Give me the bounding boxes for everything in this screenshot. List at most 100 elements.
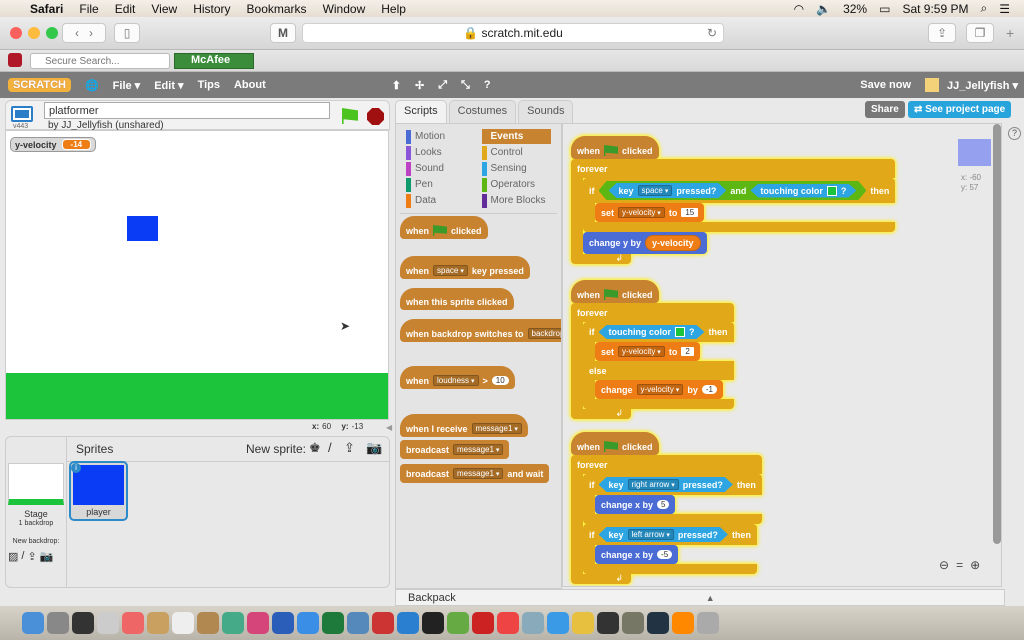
minimize-window-button[interactable] (28, 27, 40, 39)
block-dropdown[interactable]: message1 (471, 423, 522, 434)
minecraft-icon[interactable] (447, 612, 469, 634)
command-block[interactable]: sety-velocityto2 (595, 342, 700, 361)
launchpad-icon[interactable] (47, 612, 69, 634)
chrome-icon[interactable] (222, 612, 244, 634)
color-picker[interactable] (827, 186, 837, 196)
hat-block[interactable]: when this sprite clicked (400, 288, 514, 310)
block-dropdown[interactable]: loudness (433, 375, 479, 386)
preview-icon[interactable] (522, 612, 544, 634)
category-looks[interactable]: Looks (406, 145, 476, 160)
unity-icon[interactable] (597, 612, 619, 634)
hat-block[interactable]: when backdrop switches to backdrop (400, 319, 561, 342)
chrome2-icon[interactable] (572, 612, 594, 634)
wifi-icon[interactable]: ◠ (794, 2, 804, 16)
notification-center-icon[interactable]: ☰ (999, 2, 1010, 16)
scratch-logo[interactable]: SCRATCH (8, 78, 71, 92)
backpack-bar[interactable]: Backpack ▲ (395, 589, 1005, 606)
camera-backdrop-icon[interactable]: 📷 (40, 550, 54, 563)
block-dropdown[interactable]: y-velocity (636, 384, 684, 395)
m-extension-button[interactable]: M (270, 23, 296, 43)
paint-sprite-icon[interactable]: / (328, 440, 332, 455)
number-input[interactable]: -1 (701, 385, 717, 394)
back-forward-buttons[interactable]: ‹ › (62, 23, 106, 43)
palette-block[interactable]: broadcastmessage1and wait (400, 464, 550, 483)
finder-icon[interactable] (22, 612, 44, 634)
block-dropdown[interactable]: message1 (453, 468, 504, 479)
help-tool-icon[interactable]: ? (484, 79, 491, 91)
secure-search-input[interactable] (30, 53, 170, 69)
menu-tips[interactable]: Tips (198, 79, 220, 91)
zoom-window-button[interactable] (46, 27, 58, 39)
command-block[interactable]: change x by 5 (595, 495, 676, 514)
category-more-blocks[interactable]: More Blocks (481, 193, 552, 208)
itunes-icon[interactable] (247, 612, 269, 634)
roblox-icon[interactable] (472, 612, 494, 634)
photos-icon[interactable] (122, 612, 144, 634)
paint-backdrop-icon[interactable]: / (21, 550, 24, 563)
sidebar-icon[interactable]: ▯ (114, 23, 140, 43)
tab-sounds[interactable]: Sounds (518, 100, 574, 124)
command-block[interactable]: broadcast message1 (400, 440, 510, 459)
hat-block[interactable]: whenspacekey pressed (400, 256, 530, 279)
block-dropdown[interactable]: message1 (453, 444, 504, 455)
menu-app[interactable]: Safari (30, 2, 63, 16)
menu-bookmarks[interactable]: Bookmarks (247, 2, 307, 16)
number-input[interactable]: 10 (491, 376, 509, 385)
number-input[interactable]: 2 (681, 347, 694, 356)
stage-thumbnail[interactable] (8, 463, 64, 505)
reload-icon[interactable]: ↻ (707, 26, 717, 40)
category-control[interactable]: Control (481, 145, 552, 160)
steam-icon[interactable] (647, 612, 669, 634)
save-now-button[interactable]: Save now (860, 79, 911, 91)
share-button[interactable]: Share (865, 101, 905, 118)
palette-block[interactable]: when clicked (400, 216, 488, 239)
grow-tool-icon[interactable]: ⤢ (438, 79, 447, 92)
category-data[interactable]: Data (406, 193, 476, 208)
my-stuff-icon[interactable] (925, 78, 940, 92)
vlc-icon[interactable] (672, 612, 694, 634)
block-dropdown[interactable]: y-velocity (618, 207, 665, 218)
script[interactable]: when clicked forever if touching color? then s… (571, 280, 734, 419)
stage-canvas[interactable]: y-velocity -14 ➤ (5, 130, 389, 420)
terminal-icon[interactable] (422, 612, 444, 634)
hat-block[interactable]: when clicked (400, 216, 488, 239)
palette-block[interactable]: whenspacekey pressed (400, 256, 530, 279)
command-block[interactable]: change x by -5 (595, 545, 679, 564)
zoom-out-icon[interactable]: ⊖ (939, 558, 949, 572)
category-motion[interactable]: Motion (406, 129, 476, 144)
language-globe-icon[interactable]: 🌐 (85, 79, 99, 92)
vertical-scrollbar[interactable] (993, 124, 1001, 544)
safari-icon[interactable] (547, 612, 569, 634)
help-icon[interactable]: ? (1008, 127, 1021, 140)
project-title-input[interactable]: platformer (44, 102, 330, 119)
help-icon[interactable] (97, 612, 119, 634)
share-icon[interactable]: ⇪ (928, 23, 956, 43)
block-dropdown[interactable]: y-velocity (618, 346, 665, 357)
category-pen[interactable]: Pen (406, 177, 476, 192)
maps-icon[interactable] (347, 612, 369, 634)
block-dropdown[interactable]: backdrop (527, 328, 561, 339)
block-dropdown[interactable]: space (433, 265, 468, 276)
expand-backpack-icon[interactable]: ▲ (706, 593, 715, 603)
menu-file[interactable]: File ▾ (113, 79, 141, 92)
tab-scripts[interactable]: Scripts (395, 100, 447, 124)
number-input[interactable]: 15 (681, 208, 699, 217)
scripts-area[interactable]: x: -60 y: 57 ⊖ = ⊕ when clicked forever if key… (562, 123, 1002, 587)
zoom-in-icon[interactable]: ⊕ (970, 558, 980, 572)
notes-icon[interactable] (147, 612, 169, 634)
shrink-tool-icon[interactable]: ⤡ (461, 79, 470, 92)
hat-block[interactable]: when clicked (571, 432, 659, 455)
menu-about[interactable]: About (234, 79, 266, 91)
menu-history[interactable]: History (193, 2, 230, 16)
forever-block[interactable]: foreverifkeyright arrowpressed?thenchang… (571, 455, 762, 584)
command-block[interactable]: sety-velocityto15 (595, 203, 705, 222)
script[interactable]: whenclickedforeverifkeyright arrowpresse… (571, 432, 762, 584)
gimp-icon[interactable] (622, 612, 644, 634)
variable-monitor[interactable]: y-velocity -14 (10, 137, 97, 152)
collapse-stage-icon[interactable]: ◀ (386, 423, 392, 432)
variable-reporter[interactable]: y-velocity (645, 235, 701, 251)
block-dropdown[interactable]: space (638, 185, 673, 196)
player-sprite[interactable] (127, 216, 158, 241)
category-operators[interactable]: Operators (481, 177, 552, 192)
forever-block[interactable]: foreverifkeyspacepressed?andtouching col… (571, 159, 896, 264)
